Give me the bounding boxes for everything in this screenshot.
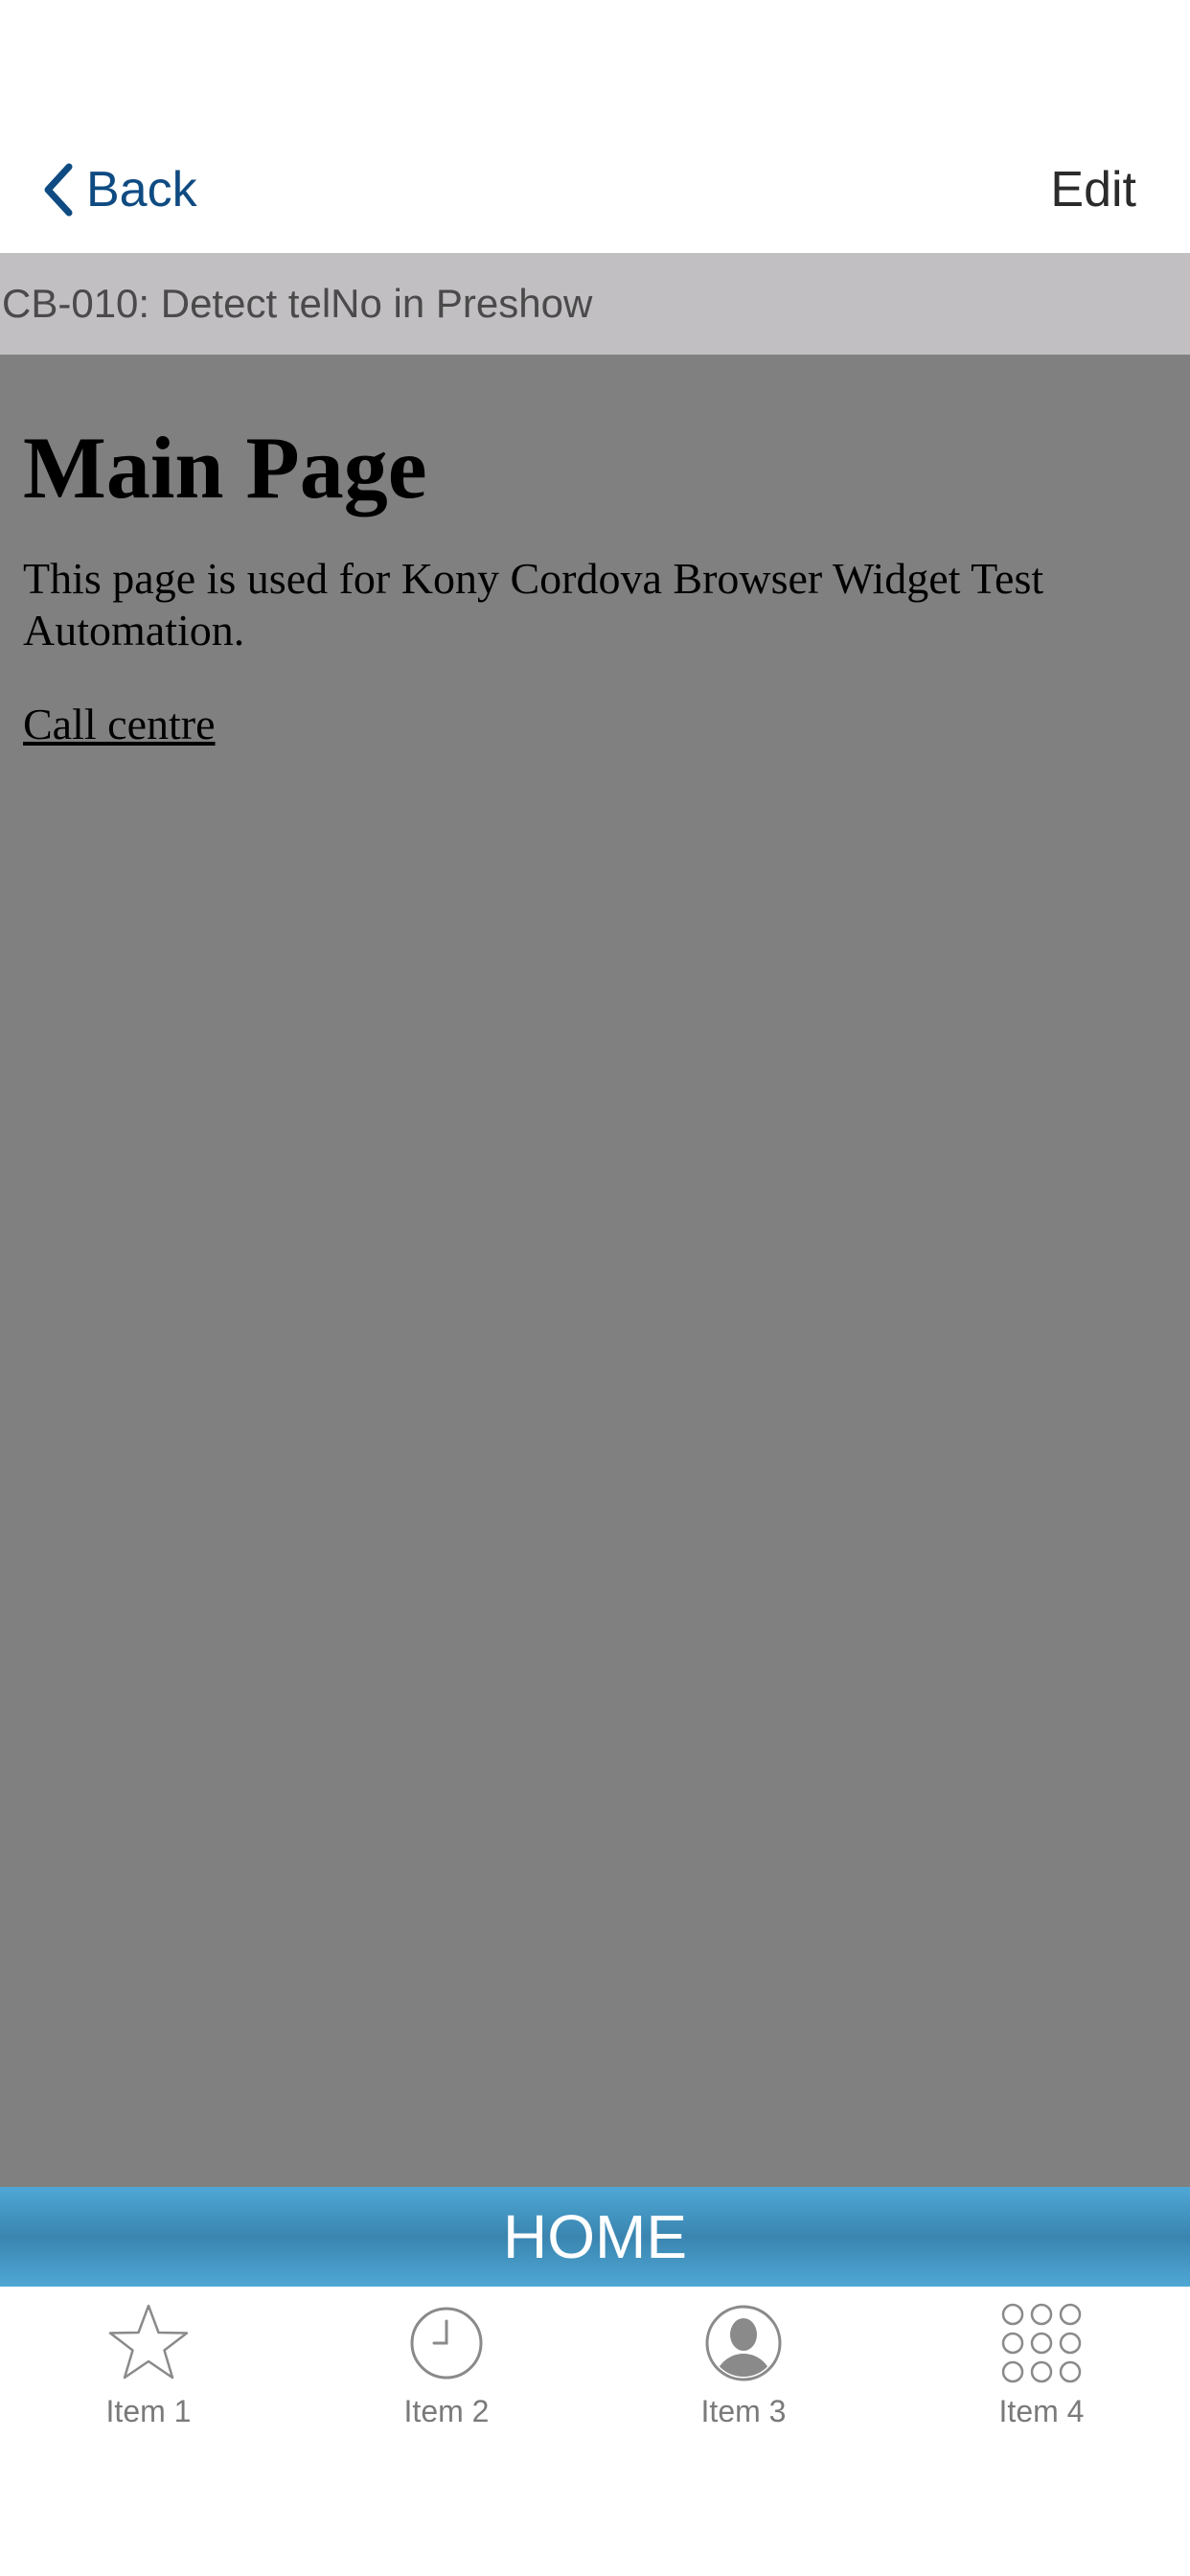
tab-item-4[interactable]: Item 4 [946,2287,1137,2450]
home-header-bar: HOME [0,2187,1190,2287]
call-centre-link[interactable]: Call centre [23,699,216,750]
chevron-left-icon [44,163,73,217]
page-description: This page is used for Kony Cordova Brows… [23,554,1044,656]
tab-item-3-label: Item 3 [700,2394,787,2428]
edit-button[interactable]: Edit [1050,161,1136,218]
clock-icon [410,2307,483,2380]
tab-bar: Item 1 Item 2 Item 3 Item 4 [0,2287,1190,2576]
user-icon [705,2305,782,2381]
form-title: CB-010: Detect telNo in Preshow [2,281,593,326]
edit-button-label: Edit [1050,162,1136,218]
tab-item-2[interactable]: Item 2 [351,2287,542,2450]
grid-icon [1001,2303,1082,2383]
form-title-bar: CB-010: Detect telNo in Preshow [0,253,1190,355]
tab-item-1-label: Item 1 [105,2394,192,2428]
status-bar-area [0,0,1190,125]
tab-item-4-label: Item 4 [998,2394,1085,2428]
tab-item-2-label: Item 2 [403,2394,490,2428]
star-icon [108,2304,189,2380]
back-button[interactable]: Back [42,161,197,218]
navigation-bar: Back Edit [0,125,1190,253]
home-label: HOME [503,2202,687,2271]
browser-widget[interactable]: Main Page This page is used for Kony Cor… [0,355,1190,2187]
page-heading: Main Page [23,419,427,517]
back-button-label: Back [86,162,197,218]
tab-item-1[interactable]: Item 1 [53,2287,244,2450]
tab-item-3[interactable]: Item 3 [648,2287,839,2450]
